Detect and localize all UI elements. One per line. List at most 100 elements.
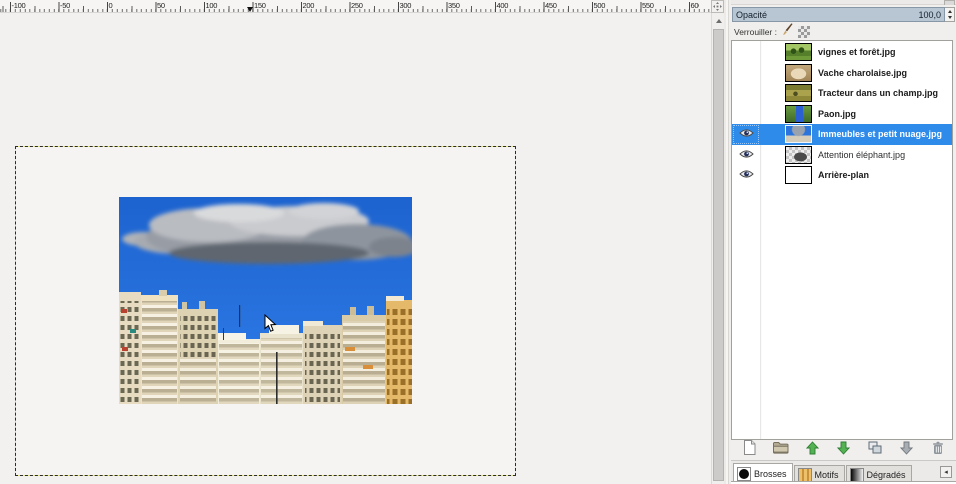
layer-chain-cell[interactable] (760, 63, 785, 84)
layer-rows: vignes et forêt.jpg Vache charolaise.jpg T… (732, 41, 952, 186)
ruler-tick-label: -50 (60, 1, 70, 10)
ruler-tick-label: 150 (254, 1, 266, 10)
layer-name: Arrière-plan (818, 170, 869, 180)
ruler-tick-label: 500 (594, 1, 606, 10)
photo-immeubles-et-nuage (119, 197, 412, 404)
dock-tab-label: Brosses (754, 469, 787, 479)
ruler-tick-label: 250 (351, 1, 363, 10)
lock-paint-button[interactable] (781, 23, 794, 41)
ruler-tick-label: 600 (691, 1, 700, 10)
layer-row[interactable]: Paon.jpg (732, 104, 952, 125)
layer-chain-cell[interactable] (760, 42, 785, 63)
layer-thumbnail (785, 146, 812, 164)
ruler-tick-label: 200 (303, 1, 315, 10)
layer-name: Immeubles et petit nuage.jpg (818, 129, 942, 139)
layer-visibility-toggle[interactable] (732, 42, 760, 63)
gradient-swatch-icon (850, 468, 864, 482)
ruler-tick-label: 0 (109, 1, 113, 10)
layers-dock: Opacité 100,0 Verrouiller : vignes et fo… (731, 0, 956, 484)
anchor-layer-button[interactable] (897, 442, 917, 458)
ruler-tick-label: 400 (497, 1, 509, 10)
layer-name: Paon.jpg (818, 109, 856, 119)
layer-thumbnail (785, 43, 812, 61)
clipped-widget-box (944, 0, 955, 5)
layer-visibility-toggle[interactable] (732, 165, 760, 186)
layer-row[interactable]: Tracteur dans un champ.jpg (732, 83, 952, 104)
eye-icon (739, 166, 754, 184)
folder-icon (773, 441, 789, 459)
layer-chain-cell[interactable] (760, 145, 785, 166)
raise-layer-button[interactable] (802, 442, 822, 458)
ruler-labels: -100-50050100150200250300350400450500550… (0, 0, 699, 13)
layer-visibility-toggle[interactable] (732, 124, 760, 145)
layer-row[interactable]: vignes et forêt.jpg (732, 42, 952, 63)
new-page-icon (743, 440, 756, 460)
arrow-down-green-icon (837, 441, 850, 460)
layer-chain-cell[interactable] (760, 165, 785, 186)
dock-tab-label: Dégradés (867, 470, 906, 480)
eye-icon (739, 146, 754, 164)
layer-visibility-toggle[interactable] (732, 83, 760, 104)
ruler-tick-label: -100 (12, 1, 26, 10)
layer-list[interactable]: vignes et forêt.jpg Vache charolaise.jpg T… (731, 40, 953, 440)
layer-chain-cell[interactable] (760, 124, 785, 145)
layer-thumbnail (785, 166, 812, 184)
opacity-spinner[interactable] (945, 7, 955, 22)
layer-thumbnail (785, 125, 812, 143)
dock-tab-label: Motifs (815, 470, 839, 480)
lock-alpha-button checkerboard-icon[interactable] (798, 26, 810, 38)
layer-thumbnail (785, 64, 812, 82)
ruler-tick-label: 100 (206, 1, 218, 10)
opacity-label: Opacité (736, 10, 767, 20)
new-layer-button[interactable] (739, 442, 759, 458)
dock-splitter[interactable] (724, 0, 731, 484)
arrow-down-gray-icon (900, 441, 913, 460)
arrow-up-green-icon (806, 441, 819, 460)
layer-row[interactable]: Arrière-plan (732, 165, 952, 186)
horizontal-ruler[interactable]: -100-50050100150200250300350400450500550… (0, 0, 711, 13)
delete-layer-button[interactable] (928, 442, 948, 458)
layer-chain-cell[interactable] (760, 83, 785, 104)
gimp-window: -100-50050100150200250300350400450500550… (0, 0, 956, 484)
pattern-swatch-icon (798, 468, 812, 482)
navigation-corner-button[interactable] (711, 0, 724, 13)
ruler-tick-label: 300 (400, 1, 412, 10)
layer-chain-cell[interactable] (760, 104, 785, 125)
layer-visibility-toggle[interactable] (732, 104, 760, 125)
opacity-slider[interactable]: Opacité 100,0 (732, 7, 945, 22)
layer-name: Vache charolaise.jpg (818, 68, 907, 78)
ruler-position-marker (247, 7, 253, 12)
duplicate-layer-button[interactable] (865, 442, 885, 458)
scrollbar-thumb[interactable] (713, 29, 724, 481)
lock-label: Verrouiller : (734, 27, 777, 37)
canvas-vertical-scrollbar[interactable] (711, 13, 724, 484)
spinner-down-icon[interactable] (945, 15, 954, 22)
new-group-button[interactable] (771, 442, 791, 458)
duplicate-icon (868, 441, 882, 459)
mouse-cursor (264, 314, 277, 338)
lock-row: Verrouiller : (734, 24, 954, 39)
layer-thumbnail (785, 84, 812, 102)
layer-name: Tracteur dans un champ.jpg (818, 88, 938, 98)
layer-row[interactable]: Immeubles et petit nuage.jpg (732, 124, 952, 145)
layer-name: vignes et forêt.jpg (818, 47, 896, 57)
brush-swatch-icon (737, 467, 751, 481)
trash-icon (931, 441, 945, 460)
clipped-widget-strip (731, 0, 956, 5)
eye-icon (739, 125, 754, 143)
ruler-tick-label: 350 (448, 1, 460, 10)
layer-row[interactable]: Vache charolaise.jpg (732, 63, 952, 84)
layer-thumbnail (785, 105, 812, 123)
layer-visibility-toggle[interactable] (732, 145, 760, 166)
layer-action-bar (731, 441, 956, 459)
lower-layer-button[interactable] (834, 442, 854, 458)
opacity-value: 100,0 (918, 10, 941, 20)
navigation-cross-icon (713, 2, 722, 11)
layer-visibility-toggle[interactable] (732, 63, 760, 84)
layer-row[interactable]: Attention éléphant.jpg (732, 145, 952, 166)
tab-menu-button[interactable]: ◂ (940, 466, 952, 478)
paintbrush-icon (781, 23, 794, 36)
opacity-row: Opacité 100,0 (732, 7, 955, 22)
ruler-tick-label: 50 (157, 1, 165, 10)
ruler-tick-label: 550 (642, 1, 654, 10)
